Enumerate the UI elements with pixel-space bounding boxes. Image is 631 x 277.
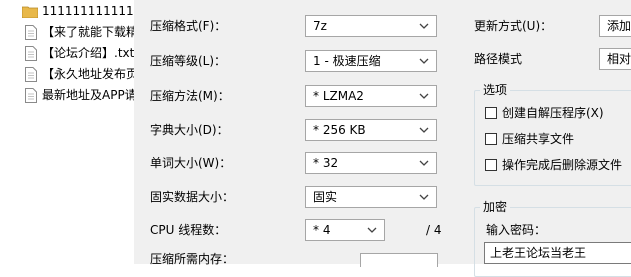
file-name: 【永久地址发布页 [42, 67, 134, 81]
word-label: 单词大小(W)： [150, 156, 232, 170]
password-input[interactable]: 上老王论坛当老王 [484, 242, 631, 264]
file-name: 【来了就能下载精 [42, 25, 134, 39]
chevron-down-icon [419, 160, 429, 166]
solid-select[interactable]: 固实 [305, 186, 437, 208]
chevron-down-icon [419, 127, 429, 133]
update-label: 更新方式(U)： [474, 19, 553, 33]
dict-value: * 256 KB [313, 123, 366, 137]
chevron-down-icon [419, 58, 429, 64]
checkbox-box[interactable] [485, 133, 497, 145]
file-icon [25, 88, 37, 103]
file-row[interactable]: 【永久地址发布页 [0, 65, 134, 84]
dict-label: 字典大小(D)： [150, 123, 229, 137]
file-row[interactable]: 最新地址及APP请 [0, 86, 134, 105]
chevron-down-icon [419, 194, 429, 200]
file-name: 111111111111111 [42, 4, 134, 18]
path-value: 相对路 [607, 52, 631, 66]
level-label: 压缩等级(L)： [150, 54, 227, 68]
file-name: 【论坛介绍】.txt [42, 46, 134, 60]
word-select[interactable]: * 32 [305, 152, 437, 174]
solid-value: 固实 [313, 190, 338, 204]
checkbox-label: 压缩共享文件 [502, 132, 575, 146]
chevron-down-icon [419, 23, 429, 29]
password-value: 上老王论坛当老王 [490, 246, 587, 260]
method-value: * LZMA2 [313, 89, 364, 103]
method-label: 压缩方法(M)： [150, 89, 230, 103]
threads-select[interactable]: * 4 [305, 219, 385, 241]
chevron-down-icon [367, 227, 377, 233]
folder-icon [22, 6, 38, 18]
threads-value: * 4 [313, 223, 331, 237]
file-row[interactable]: 111111111111111 [0, 2, 134, 21]
update-select[interactable]: 添加并 [599, 15, 631, 37]
file-row[interactable]: 【论坛介绍】.txt [0, 44, 134, 63]
solid-label: 固实数据大小： [150, 190, 235, 204]
format-label: 压缩格式(F)： [150, 19, 227, 33]
update-value: 添加并 [607, 19, 631, 33]
checkbox-box[interactable] [485, 159, 497, 171]
threads-label: CPU 线程数： [150, 223, 227, 237]
file-icon [25, 46, 37, 61]
format-value: 7z [313, 19, 327, 33]
dict-select[interactable]: * 256 KB [305, 119, 437, 141]
file-name: 最新地址及APP请 [42, 88, 134, 102]
level-value: 1 - 极速压缩 [313, 54, 381, 68]
format-select[interactable]: 7z [305, 15, 437, 37]
path-select[interactable]: 相对路 [599, 48, 631, 70]
file-row[interactable]: 【来了就能下载精 [0, 23, 134, 42]
file-icon [25, 67, 37, 82]
encryption-group-title: 加密 [480, 200, 511, 214]
password-label: 输入密码： [486, 223, 547, 237]
checkbox-label: 操作完成后删除源文件 [502, 158, 623, 172]
method-select[interactable]: * LZMA2 [305, 85, 437, 107]
options-group-title: 选项 [480, 83, 511, 97]
path-label: 路径模式 [474, 52, 523, 66]
checkbox-box[interactable] [485, 107, 497, 119]
level-select[interactable]: 1 - 极速压缩 [305, 50, 437, 72]
threads-max: / 4 [426, 223, 442, 237]
explorer-file-list: 111111111111111 【来了就能下载精 【论坛介绍】.txt 【永久地… [0, 0, 134, 264]
chevron-down-icon [419, 93, 429, 99]
checkbox-label: 创建自解压程序(X) [502, 106, 604, 120]
file-icon [25, 25, 37, 40]
memory-readout [360, 253, 438, 267]
word-value: * 32 [313, 156, 339, 170]
